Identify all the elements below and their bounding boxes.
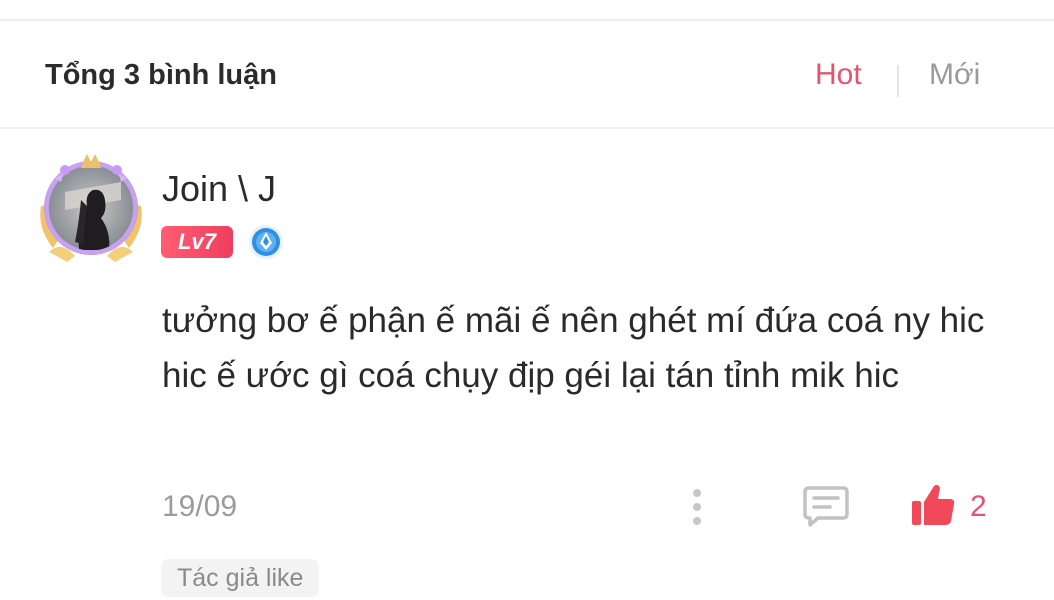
reply-icon[interactable] <box>802 484 850 528</box>
avatar[interactable] <box>35 152 147 264</box>
sort-new-tab[interactable]: Mới <box>929 58 980 92</box>
comment-count-title: Tổng 3 bình luận <box>45 59 277 91</box>
header-divider <box>0 127 1054 129</box>
comment-date: 19/09 <box>162 490 238 523</box>
more-options-icon[interactable] <box>684 486 710 528</box>
thumbs-up-icon[interactable] <box>910 482 956 528</box>
sort-separator <box>897 65 899 97</box>
comment-header: Tổng 3 bình luận Hot Mới <box>0 21 1054 128</box>
avatar-frame-icon <box>40 154 142 262</box>
comment-section: Tổng 3 bình luận Hot Mới Join \ J Lv7 tư… <box>0 0 1054 600</box>
level-badge: Lv7 <box>161 226 233 258</box>
comment-text: tưởng bơ ế phận ế mãi ế nên ghét mí đứa … <box>162 301 985 395</box>
sort-hot-tab[interactable]: Hot <box>815 58 862 92</box>
author-liked-tag: Tác giả like <box>161 559 320 597</box>
like-count: 2 <box>970 490 987 523</box>
author-name[interactable]: Join \ J <box>162 168 276 210</box>
medal-icon <box>248 224 284 260</box>
